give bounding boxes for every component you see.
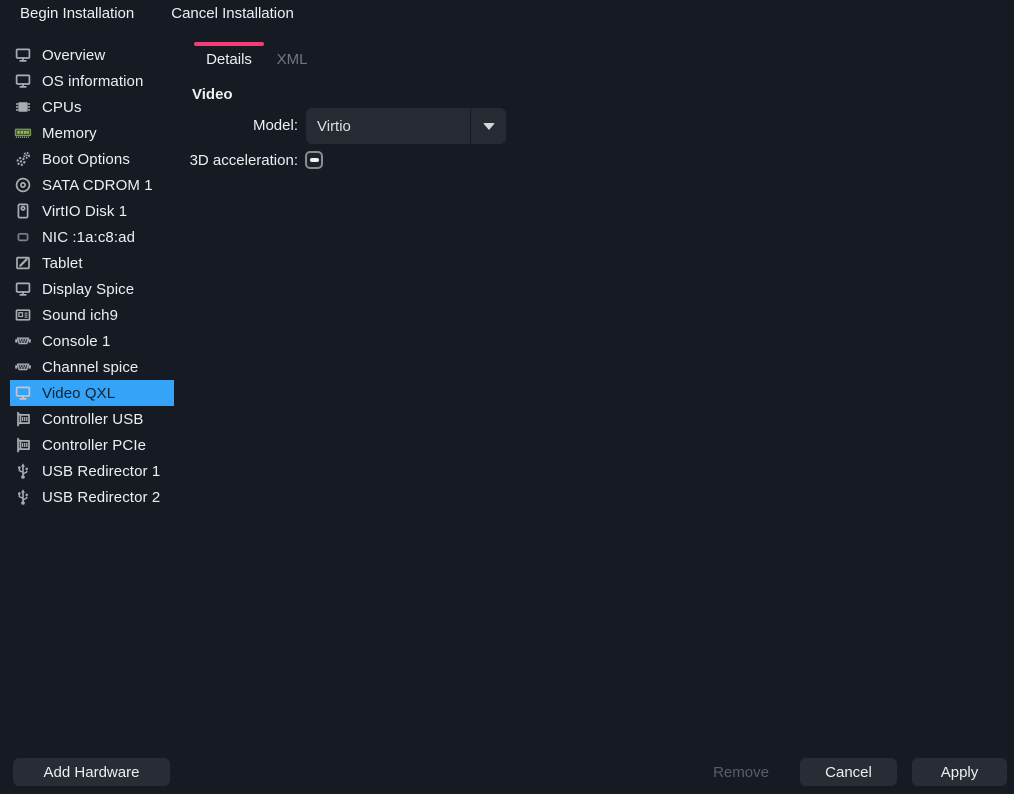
sidebar-item-usb-redirector-2[interactable]: USB Redirector 2: [10, 484, 174, 510]
sidebar-item-virtio-disk-1[interactable]: VirtIO Disk 1: [10, 198, 174, 224]
details-tabbar: Details XML: [194, 42, 320, 70]
sidebar-item-label: Memory: [42, 125, 97, 142]
sidebar-item-label: Controller USB: [42, 411, 143, 428]
sidebar-item-label: CPUs: [42, 99, 82, 116]
monitor-icon: [14, 384, 32, 402]
video-model-value: Virtio: [306, 118, 470, 135]
disk-icon: [14, 202, 32, 220]
begin-installation-button[interactable]: Begin Installation: [8, 2, 146, 25]
sidebar-item-controller-usb[interactable]: Controller USB: [10, 406, 174, 432]
sidebar-item-label: OS information: [42, 73, 143, 90]
controller-icon: [14, 436, 32, 454]
sidebar-item-label: VirtIO Disk 1: [42, 203, 127, 220]
sidebar-item-label: Video QXL: [42, 385, 115, 402]
sidebar-item-display-spice[interactable]: Display Spice: [10, 276, 174, 302]
tab-details-label: Details: [206, 51, 252, 68]
indeterminate-dash-icon: [310, 158, 319, 162]
sidebar-item-label: Console 1: [42, 333, 110, 350]
add-hardware-button[interactable]: Add Hardware: [13, 758, 170, 786]
sidebar-item-video-qxl[interactable]: Video QXL: [10, 380, 174, 406]
sidebar-item-overview[interactable]: Overview: [10, 42, 174, 68]
tab-details[interactable]: Details: [194, 42, 264, 70]
section-title-video: Video: [192, 86, 233, 103]
sidebar-item-sound-ich9[interactable]: Sound ich9: [10, 302, 174, 328]
accel-checkbox[interactable]: [305, 151, 323, 169]
monitor-icon: [14, 46, 32, 64]
tab-xml-label: XML: [277, 51, 308, 68]
sidebar-item-label: USB Redirector 1: [42, 463, 160, 480]
cancel-installation-button[interactable]: Cancel Installation: [159, 2, 306, 25]
sidebar-item-label: NIC :1a:c8:ad: [42, 229, 135, 246]
usb-icon: [14, 462, 32, 480]
sidebar-item-controller-pcie[interactable]: Controller PCIe: [10, 432, 174, 458]
hardware-list: OverviewOS informationCPUsMemoryBoot Opt…: [10, 42, 174, 510]
sidebar-item-usb-redirector-1[interactable]: USB Redirector 1: [10, 458, 174, 484]
gears-icon: [14, 150, 32, 168]
tablet-icon: [14, 254, 32, 272]
memory-icon: [14, 124, 32, 142]
accel-label: 3D acceleration:: [92, 152, 298, 169]
sidebar-item-tablet[interactable]: Tablet: [10, 250, 174, 276]
sidebar-item-label: Tablet: [42, 255, 83, 272]
sidebar-item-os-information[interactable]: OS information: [10, 68, 174, 94]
video-model-dropdown[interactable]: Virtio: [306, 108, 506, 144]
soundcard-icon: [14, 306, 32, 324]
sidebar-item-label: USB Redirector 2: [42, 489, 160, 506]
cancel-button[interactable]: Cancel: [800, 758, 897, 786]
serial-icon: [14, 358, 32, 376]
sidebar-item-nic-1a-c8-ad[interactable]: NIC :1a:c8:ad: [10, 224, 174, 250]
monitor-icon: [14, 72, 32, 90]
sidebar-item-label: Controller PCIe: [42, 437, 146, 454]
sidebar-item-label: Overview: [42, 47, 105, 64]
controller-icon: [14, 410, 32, 428]
network-icon: [14, 228, 32, 246]
sidebar-item-channel-spice[interactable]: Channel spice: [10, 354, 174, 380]
sidebar-item-label: SATA CDROM 1: [42, 177, 153, 194]
serial-icon: [14, 332, 32, 350]
model-label: Model:: [92, 117, 298, 134]
sidebar-item-label: Channel spice: [42, 359, 138, 376]
sidebar-item-sata-cdrom-1[interactable]: SATA CDROM 1: [10, 172, 174, 198]
cpu-icon: [14, 98, 32, 116]
sidebar-item-console-1[interactable]: Console 1: [10, 328, 174, 354]
toolbar: Begin Installation Cancel Installation: [0, 0, 1014, 27]
apply-button[interactable]: Apply: [912, 758, 1007, 786]
cdrom-icon: [14, 176, 32, 194]
remove-button[interactable]: Remove: [697, 758, 785, 786]
sidebar-item-label: Display Spice: [42, 281, 134, 298]
monitor-icon: [14, 280, 32, 298]
usb-icon: [14, 488, 32, 506]
chevron-down-icon: [483, 123, 495, 130]
dropdown-arrow-button[interactable]: [471, 108, 506, 144]
vm-config-window: Begin Installation Cancel Installation O…: [0, 0, 1014, 794]
tab-xml[interactable]: XML: [264, 42, 320, 70]
sidebar-item-label: Sound ich9: [42, 307, 118, 324]
